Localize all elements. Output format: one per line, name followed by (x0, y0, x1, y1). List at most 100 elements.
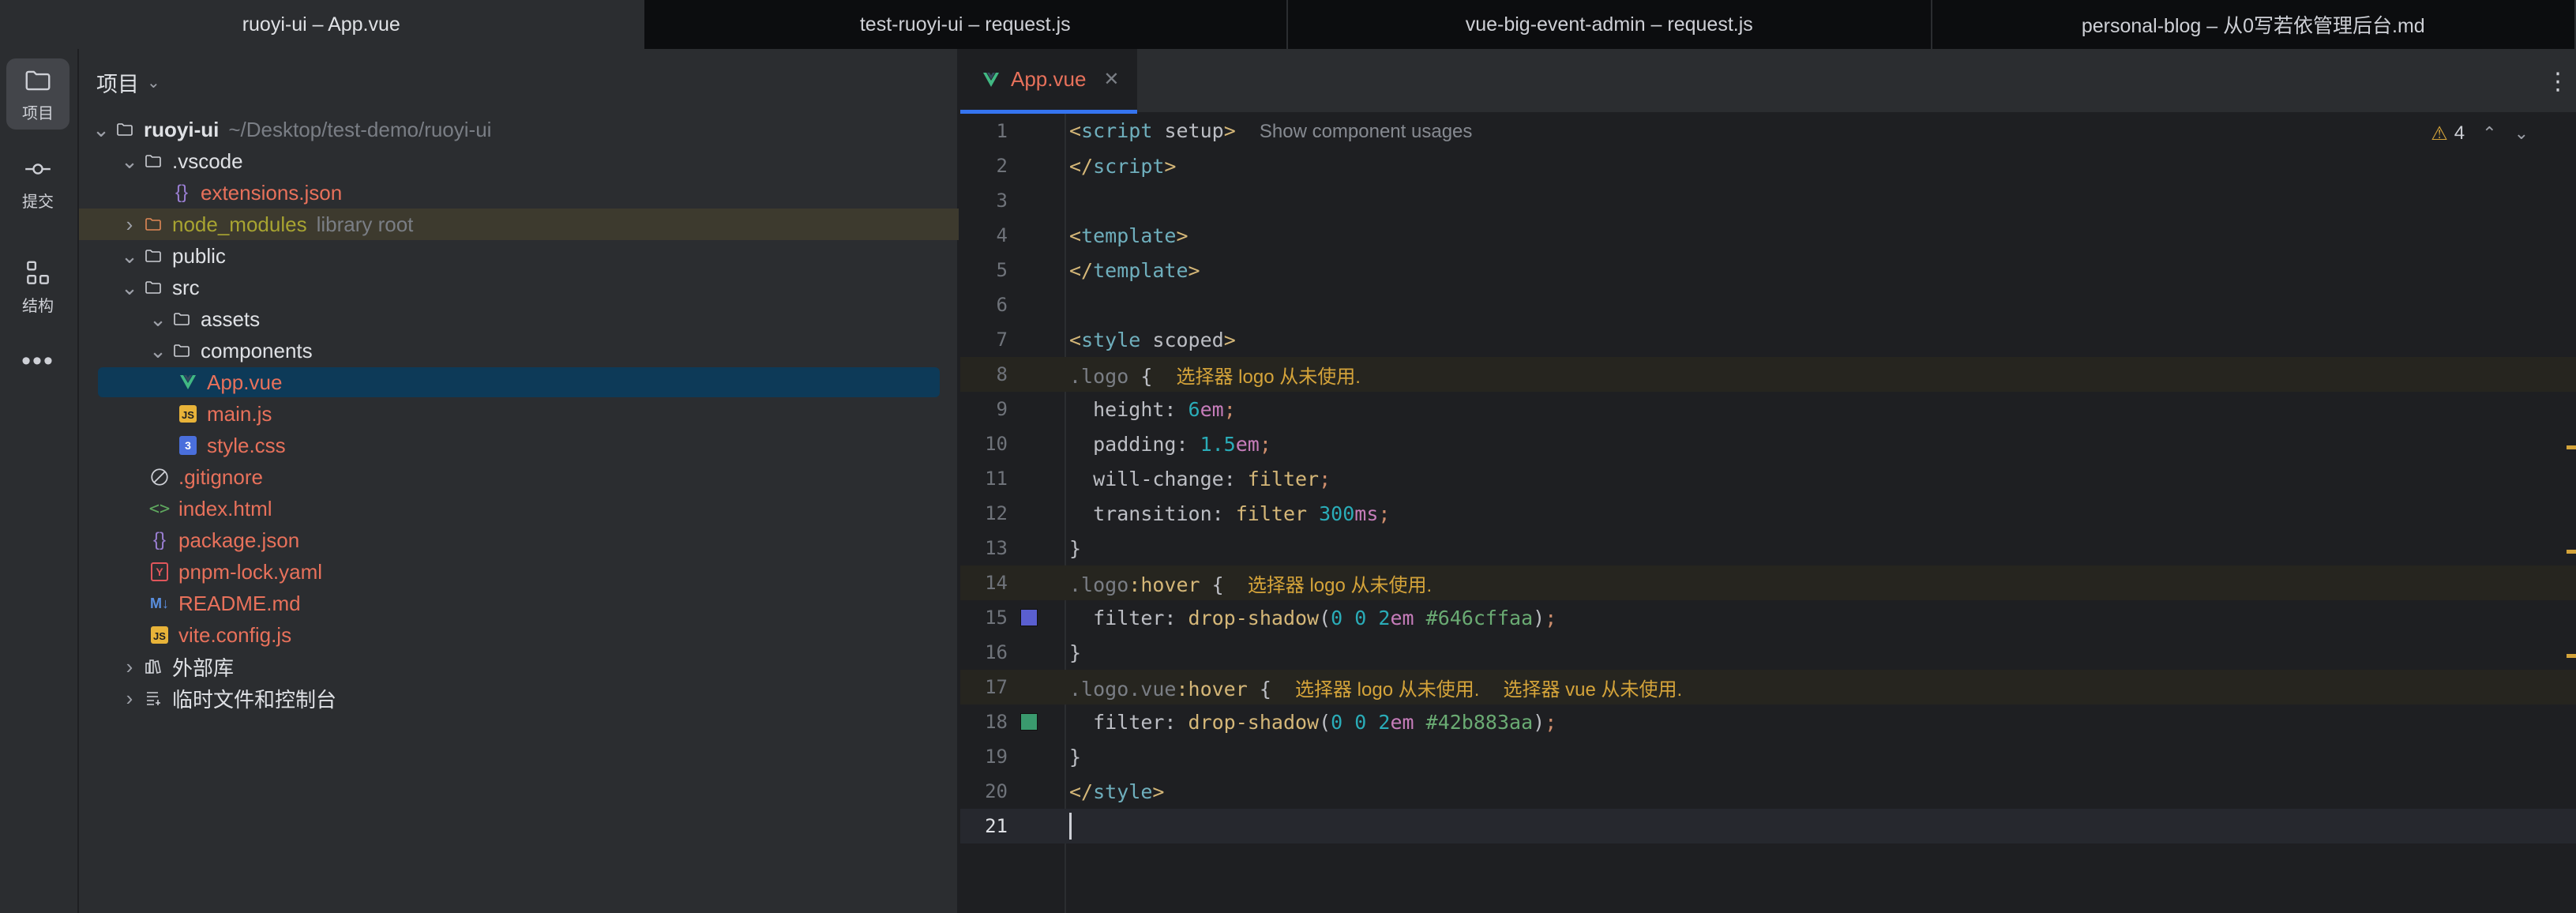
tree-item-style-css[interactable]: 3 style.css (79, 430, 959, 461)
window-tab-ruoyi-ui[interactable]: ruoyi-ui – App.vue (0, 0, 644, 49)
tree-item-vite-config[interactable]: JS vite.config.js (79, 619, 959, 651)
tree-item-pnpm-lock[interactable]: Y pnpm-lock.yaml (79, 556, 959, 588)
editor-tab-app-vue[interactable]: App.vue ✕ (960, 49, 1137, 114)
tree-item-node-modules[interactable]: › node_modules library root (79, 209, 959, 240)
tree-item-label: node_modules (172, 212, 307, 236)
folder-icon (141, 209, 166, 240)
line-number: 18 (985, 711, 1008, 733)
js-file-icon: JS (147, 619, 172, 651)
code-line: 14 .logo:hover { 选择器 logo 从未使用. (960, 565, 2576, 600)
chevron-right-icon: › (126, 212, 133, 236)
vue-file-icon (175, 366, 201, 398)
editor-tab-label: App.vue (1011, 67, 1087, 91)
tree-item-extensions-json[interactable]: {} extensions.json (79, 177, 959, 209)
window-tab-vue-big-event-admin[interactable]: vue-big-event-admin – request.js (1288, 0, 1932, 49)
tree-item-hint: library root (316, 212, 414, 236)
line-number: 16 (985, 641, 1008, 663)
vue-file-icon (983, 72, 999, 87)
project-panel-header[interactable]: 项目 ⌄ (96, 66, 160, 98)
yaml-file-icon: Y (147, 556, 172, 588)
line-number: 10 (985, 433, 1008, 455)
js-file-icon: JS (175, 398, 201, 430)
library-icon (141, 651, 166, 682)
tree-item-scratches[interactable]: › 临时文件和控制台 (79, 682, 959, 714)
tree-item-label: App.vue (207, 370, 283, 394)
tree-item-vscode[interactable]: ⌄ .vscode (79, 145, 959, 177)
tree-item-readme[interactable]: M↓ README.md (79, 588, 959, 619)
line-number: 9 (996, 398, 1008, 420)
tree-item-label: main.js (207, 401, 272, 426)
ignore-file-icon (147, 461, 172, 493)
tree-item-components[interactable]: ⌄ components (79, 335, 959, 366)
tree-item-main-js[interactable]: JS main.js (79, 398, 959, 430)
line-number: 2 (996, 155, 1008, 177)
tree-item-label: assets (201, 306, 261, 331)
code-line: 5 </template> (960, 253, 2576, 287)
activity-structure-button[interactable]: 结构 (6, 251, 69, 322)
tree-item-src[interactable]: ⌄ src (79, 272, 959, 303)
more-icon: ••• (21, 346, 54, 376)
css-file-icon: 3 (175, 430, 201, 461)
code-line: 19 } (960, 739, 2576, 774)
editor-tab-bar: App.vue ✕ ⋮ (960, 49, 2576, 114)
chevron-down-icon: ⌄ (121, 243, 138, 268)
tree-item-assets[interactable]: ⌄ assets (79, 303, 959, 335)
line-number: 12 (985, 502, 1008, 524)
activity-more-button[interactable]: ••• (6, 341, 69, 381)
folder-icon (112, 114, 137, 145)
tree-item-label: components (201, 338, 313, 363)
close-icon[interactable]: ✕ (1103, 68, 1119, 91)
project-tree: ⌄ ruoyi-ui ~/Desktop/test-demo/ruoyi-ui … (79, 114, 959, 714)
folder-icon (141, 240, 166, 272)
code-line: 17 .logo.vue:hover { 选择器 logo 从未使用. 选择器 … (960, 670, 2576, 704)
window-tab-personal-blog[interactable]: personal-blog – 从0写若依管理后台.md (1932, 0, 2576, 49)
markdown-file-icon: M↓ (150, 595, 169, 611)
tree-item-label: extensions.json (201, 180, 343, 205)
activity-project-button[interactable]: 项目 (6, 58, 69, 130)
code-line: 12 transition: filter 300ms; (960, 496, 2576, 531)
folder-icon (141, 272, 166, 303)
line-number: 6 (996, 294, 1008, 316)
tree-item-gitignore[interactable]: .gitignore (79, 461, 959, 493)
code-editor[interactable]: ⚠ 4 ⌃ ⌄ 1 <script setup> Show component … (960, 114, 2576, 913)
line-number: 13 (985, 537, 1008, 559)
folder-icon (169, 335, 194, 366)
code-line: 15 filter: drop-shadow(0 0 2em #646cffaa… (960, 600, 2576, 635)
tree-root-name: ruoyi-ui (144, 117, 220, 141)
window-tab-test-ruoyi-ui[interactable]: test-ruoyi-ui – request.js (644, 0, 1288, 49)
more-vertical-icon[interactable]: ⋮ (2546, 66, 2570, 98)
color-swatch[interactable] (1020, 713, 1038, 731)
inline-warning: 选择器 logo 从未使用. (1295, 678, 1480, 701)
code-line-current: 21 (960, 809, 2576, 843)
tree-item-public[interactable]: ⌄ public (79, 240, 959, 272)
folder-icon (25, 70, 51, 90)
tree-item-root[interactable]: ⌄ ruoyi-ui ~/Desktop/test-demo/ruoyi-ui (79, 114, 959, 145)
tree-item-label: vite.config.js (178, 622, 292, 647)
folder-icon (169, 303, 194, 335)
code-line: 1 <script setup> Show component usages (960, 114, 2576, 148)
tree-item-label: style.css (207, 433, 286, 457)
tree-item-label: public (172, 243, 226, 268)
tree-item-external-libraries[interactable]: › 外部库 (79, 651, 959, 682)
code-line: 8 .logo { 选择器 logo 从未使用. (960, 357, 2576, 392)
tree-item-label: .gitignore (178, 464, 263, 489)
line-number: 8 (996, 363, 1008, 385)
tree-item-index-html[interactable]: <> index.html (79, 493, 959, 524)
chevron-down-icon: ⌄ (92, 117, 110, 141)
inlay-hint-usages[interactable]: Show component usages (1260, 121, 1473, 142)
chevron-down-icon: ⌄ (149, 338, 167, 363)
tree-item-app-vue[interactable]: App.vue (79, 366, 959, 398)
line-number: 15 (985, 607, 1008, 629)
activity-commit-button[interactable]: 提交 (6, 147, 69, 218)
text-caret (1069, 813, 1072, 840)
code-line: 6 (960, 287, 2576, 322)
chevron-down-icon: ⌄ (121, 148, 138, 173)
line-number: 20 (985, 780, 1008, 802)
tree-root-path: ~/Desktop/test-demo/ruoyi-ui (228, 117, 492, 141)
color-swatch[interactable] (1020, 609, 1038, 626)
tree-item-package-json[interactable]: {} package.json (79, 524, 959, 556)
code-line: 10 padding: 1.5em; (960, 426, 2576, 461)
line-number: 19 (985, 746, 1008, 768)
tree-item-label: index.html (178, 496, 272, 520)
line-number: 5 (996, 259, 1008, 281)
